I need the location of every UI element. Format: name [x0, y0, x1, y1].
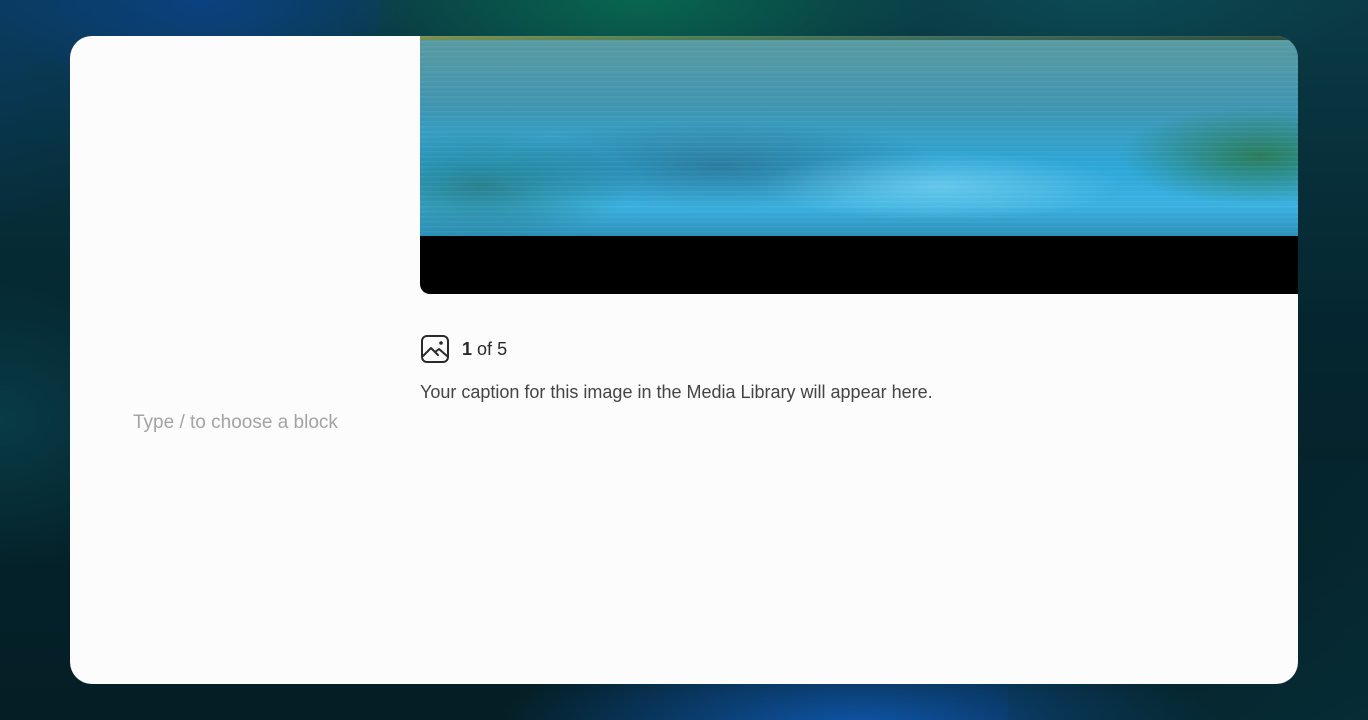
slide-counter-current: 1 [462, 338, 473, 359]
slide-counter: 1 of 5 [420, 334, 507, 364]
image-icon [420, 334, 450, 364]
editor-canvas: Type / to choose a block 1 of 5 Your cap… [70, 36, 1298, 684]
gallery-slideshow[interactable] [420, 36, 1298, 294]
slide-counter-text: 1 of 5 [462, 339, 507, 360]
block-placeholder[interactable]: Type / to choose a block [133, 412, 338, 434]
slide-image-lake [420, 36, 1298, 236]
slide-counter-total: 5 [497, 338, 508, 359]
slide-counter-separator: of [477, 338, 493, 359]
image-caption[interactable]: Your caption for this image in the Media… [420, 382, 933, 403]
